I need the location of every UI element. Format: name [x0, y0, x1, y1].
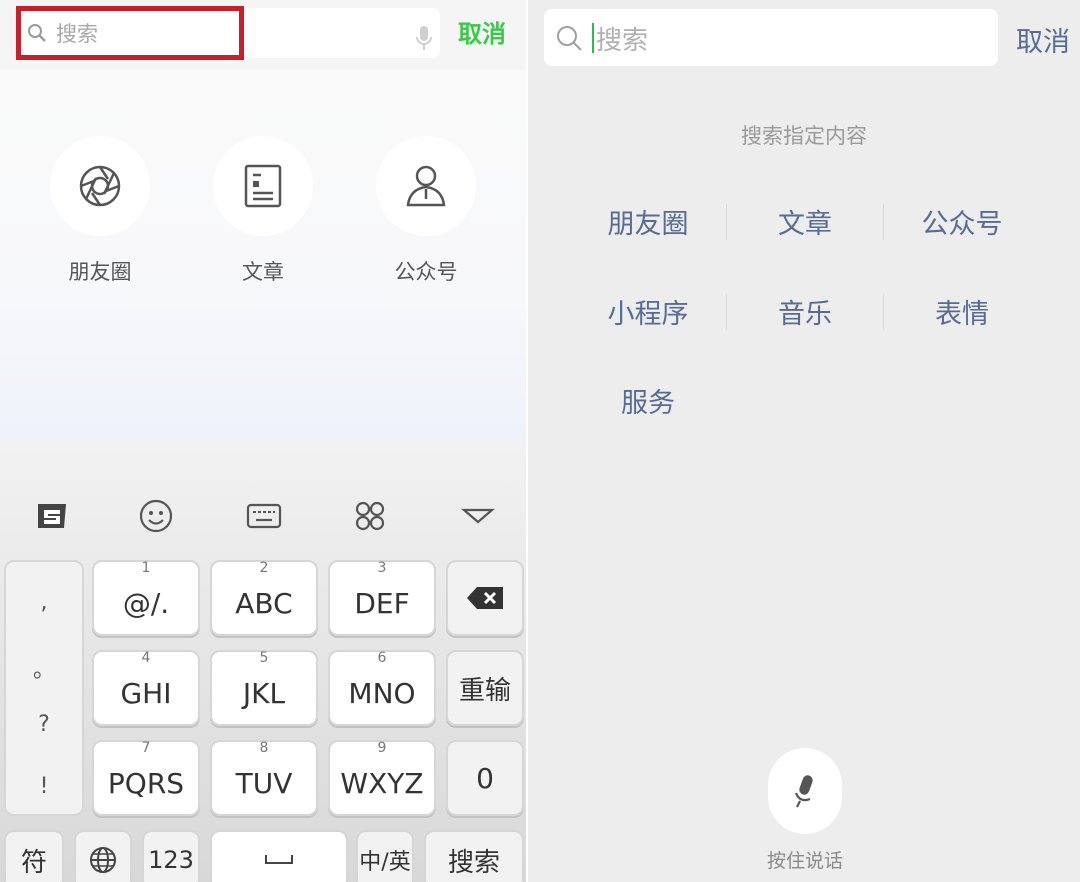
search-option-moments[interactable]: 朋友圈 — [570, 202, 726, 241]
shutter-icon — [79, 165, 121, 207]
category-label: 朋友圈 — [68, 260, 132, 284]
search-placeholder: 搜索 — [596, 26, 649, 56]
keyboard-toolbar — [0, 482, 526, 552]
key-0[interactable]: 0 — [446, 740, 524, 816]
punct-key[interactable]: 。 — [6, 652, 82, 684]
key-9[interactable]: 9 WXYZ — [328, 740, 436, 816]
search-highlight-box — [16, 6, 244, 60]
search-icon — [557, 26, 582, 51]
category-articles[interactable]: 文章 — [211, 136, 315, 286]
key-7[interactable]: 7 PQRS — [92, 740, 200, 816]
key-1[interactable]: 1 @/. — [92, 560, 200, 636]
symbols-key[interactable]: 符 — [4, 830, 64, 882]
punct-key[interactable]: , — [6, 590, 82, 615]
cancel-button[interactable]: 取消 — [1016, 20, 1070, 59]
key-3[interactable]: 3 DEF — [328, 560, 436, 636]
key-5[interactable]: 5 JKL — [210, 650, 318, 726]
category-label: 公众号 — [394, 260, 458, 284]
keyboard-search-key[interactable]: 搜索 — [424, 830, 524, 882]
category-official-accounts[interactable]: 公众号 — [374, 136, 478, 286]
microphone-icon — [794, 775, 813, 808]
search-option-music[interactable]: 音乐 — [727, 292, 883, 331]
key-2[interactable]: 2 ABC — [210, 560, 318, 636]
command-icon[interactable] — [350, 496, 390, 536]
voice-label: 按住说话 — [766, 850, 843, 872]
backspace-icon — [467, 587, 503, 609]
category-moments[interactable]: 朋友圈 — [48, 136, 152, 286]
globe-key[interactable] — [74, 830, 132, 882]
retype-key[interactable]: 重输 — [446, 650, 524, 726]
search-option-services[interactable]: 服务 — [570, 381, 726, 420]
number-key[interactable]: 123 — [142, 830, 200, 882]
category-label: 文章 — [242, 260, 284, 284]
punct-key[interactable]: ? — [6, 712, 82, 737]
globe-icon — [90, 847, 116, 873]
right-screen: 搜索 取消 搜索指定内容 朋友圈 文章 公众号 小程序 音乐 表情 服务 按住说… — [528, 0, 1080, 882]
space-icon — [265, 855, 293, 864]
cancel-button[interactable]: 取消 — [458, 14, 506, 49]
search-input[interactable]: 搜索 — [544, 9, 998, 66]
search-category-area: 朋友圈 文章 公众号 — [0, 70, 526, 440]
text-cursor — [592, 23, 594, 53]
keyboard: , 。 ? ! 1 @/. 2 ABC 3 DEF 4 GHI 5 JKL 6 MNO 重输… — [0, 440, 526, 882]
search-option-mini-programs[interactable]: 小程序 — [570, 292, 726, 331]
punct-key[interactable]: ! — [6, 774, 82, 799]
person-icon — [406, 165, 446, 207]
collapse-down-icon[interactable] — [458, 496, 498, 536]
search-option-official-accounts[interactable]: 公众号 — [884, 202, 1040, 241]
punctuation-column[interactable]: , 。 ? ! — [4, 560, 84, 816]
left-screen: 搜索 取消 朋友圈 文章 公众号 , 。 ? ! 1 @/. 2 ABC 3 D… — [0, 0, 526, 882]
space-key[interactable] — [210, 830, 348, 882]
microphone-icon[interactable] — [414, 24, 434, 52]
search-option-stickers[interactable]: 表情 — [884, 292, 1040, 331]
search-header: 搜索 取消 — [0, 0, 526, 70]
key-8[interactable]: 8 TUV — [210, 740, 318, 816]
emoji-icon[interactable] — [136, 496, 176, 536]
backspace-key[interactable] — [446, 560, 524, 636]
article-icon — [244, 164, 282, 208]
keyboard-icon[interactable] — [244, 496, 284, 536]
sogou-logo-icon[interactable] — [32, 496, 72, 536]
search-option-articles[interactable]: 文章 — [727, 202, 883, 241]
language-switch-key[interactable]: 中/英 — [356, 830, 414, 882]
key-4[interactable]: 4 GHI — [92, 650, 200, 726]
voice-button[interactable] — [768, 748, 842, 834]
key-6[interactable]: 6 MNO — [328, 650, 436, 726]
search-hint: 搜索指定内容 — [741, 124, 867, 148]
